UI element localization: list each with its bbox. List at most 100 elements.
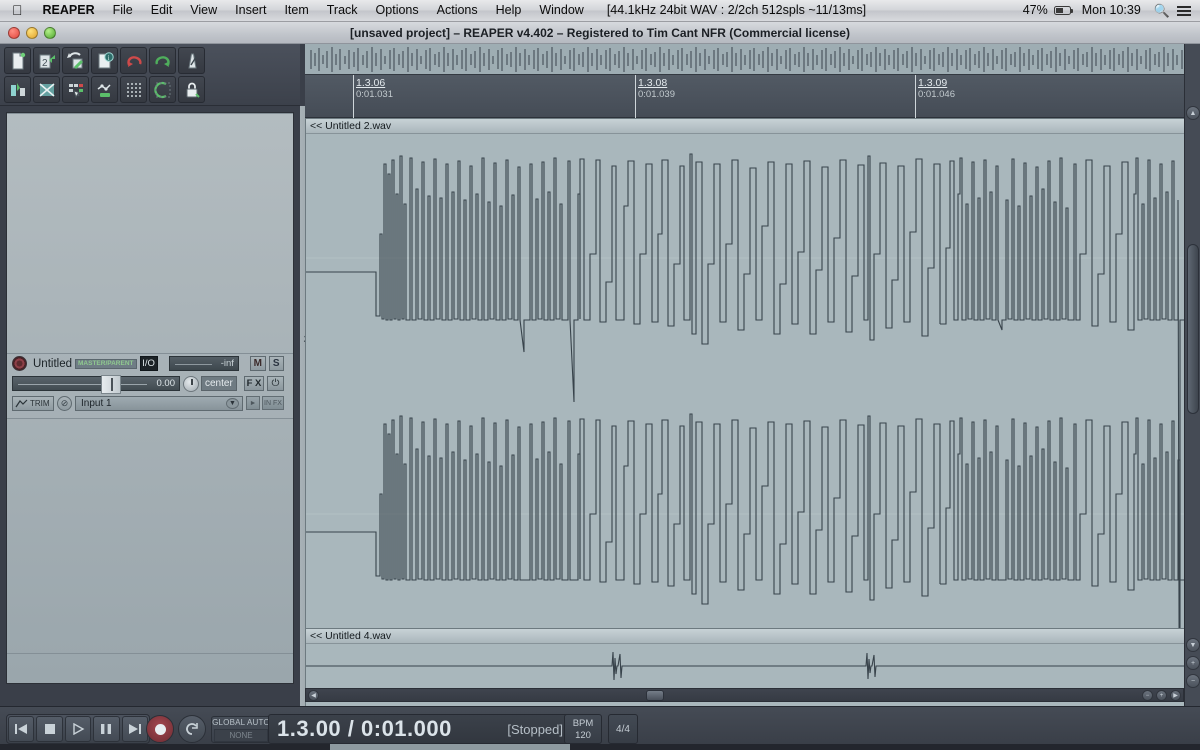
open-project-icon[interactable]: 2 — [33, 47, 60, 74]
horizontal-scroll-thumb[interactable] — [646, 690, 664, 701]
media-item-label: << Untitled 2.wav — [306, 119, 1184, 134]
menu-app-name[interactable]: REAPER — [34, 0, 104, 21]
track-strip-untitled[interactable]: Untitled MASTER/PARENT I/O -inf M S 0.00 — [12, 355, 285, 413]
master-send-label[interactable]: MASTER/PARENT — [75, 358, 137, 369]
scroll-left-icon[interactable]: ◀ — [308, 690, 319, 701]
global-automation-control[interactable]: GLOBAL AUTO NONE — [211, 716, 271, 743]
repeat-button[interactable] — [178, 715, 206, 743]
play-monitor-icon[interactable]: ► — [246, 396, 260, 410]
record-mode-controls[interactable]: ► IN FX — [246, 396, 284, 410]
apple-icon[interactable]:  — [0, 1, 34, 20]
menu-insert[interactable]: Insert — [226, 0, 275, 21]
list-icon[interactable] — [1177, 4, 1191, 18]
media-item-waveform[interactable] — [306, 134, 1184, 645]
track-row-top: Untitled MASTER/PARENT I/O -inf M S — [12, 355, 285, 372]
loop-region-icon[interactable] — [149, 76, 176, 103]
new-project-icon[interactable] — [4, 47, 31, 74]
zoom-in-horizontal-icon[interactable]: + — [1156, 690, 1167, 701]
go-to-end-button[interactable] — [121, 716, 149, 742]
volume-fader[interactable]: 0.00 — [12, 375, 180, 394]
waveform-channel-pair — [306, 134, 1184, 645]
menu-track[interactable]: Track — [318, 0, 367, 21]
track-io-button[interactable]: I/O — [139, 356, 158, 371]
ruler-overview-waveform[interactable] — [305, 44, 1185, 75]
background-window-peek — [330, 744, 570, 750]
playback-position: 1.3.00 / 0:01.000 — [277, 716, 452, 741]
trim-button[interactable]: TRIM — [12, 395, 54, 411]
toggle-mixer-icon[interactable] — [4, 76, 31, 103]
window-bottom-edge — [0, 744, 1200, 750]
vertical-scroll-thumb[interactable] — [1187, 244, 1199, 414]
global-auto-mode[interactable]: NONE — [214, 729, 268, 742]
arrange-view[interactable]: 1.3.06 0:01.031 1.3.08 0:01.039 1.3.09 0… — [305, 44, 1200, 720]
time-display[interactable]: 1.3.00 / 0:01.000 [Stopped] — [268, 714, 572, 744]
scroll-down-icon[interactable]: ▼ — [1186, 638, 1200, 652]
record-button[interactable] — [146, 715, 174, 743]
crossfade-icon[interactable] — [33, 76, 60, 103]
zoom-icon[interactable] — [44, 27, 56, 39]
window-title: [unsaved project] – REAPER v4.402 – Regi… — [350, 25, 850, 40]
metronome-icon[interactable] — [178, 47, 205, 74]
ruler-beat-label: 1.3.06 — [356, 77, 386, 89]
grid-icon[interactable] — [120, 76, 147, 103]
track-lanes[interactable]: << Untitled 2.wav << Untitled 4.wav — [305, 118, 1185, 720]
timeline-ruler[interactable]: 1.3.06 0:01.031 1.3.08 0:01.039 1.3.09 0… — [305, 75, 1185, 118]
undo-icon[interactable] — [120, 47, 147, 74]
scroll-right-icon[interactable]: ▶ — [1170, 690, 1181, 701]
track-control-panel[interactable]: Untitled MASTER/PARENT I/O -inf M S 0.00 — [6, 112, 294, 684]
redo-icon[interactable] — [149, 47, 176, 74]
mute-button[interactable]: M — [249, 356, 266, 371]
item-properties-icon[interactable] — [62, 76, 89, 103]
envelope-icon[interactable] — [91, 76, 118, 103]
media-item-untitled-2[interactable]: << Untitled 2.wav — [305, 118, 1185, 646]
battery-icon[interactable] — [1053, 6, 1074, 15]
lock-icon[interactable] — [178, 76, 205, 103]
power-icon[interactable]: ⏻ — [267, 376, 284, 391]
menu-help[interactable]: Help — [487, 0, 531, 21]
reaper-window:  REAPER File Edit View Insert Item Trac… — [0, 0, 1200, 750]
battery-percent: 47% — [1022, 3, 1048, 17]
bpm-value[interactable]: 120 — [565, 730, 601, 742]
main-toolbar: 2 i — [0, 44, 300, 106]
menu-view[interactable]: View — [181, 0, 226, 21]
menu-window[interactable]: Window — [530, 0, 592, 21]
minimize-icon[interactable] — [26, 27, 38, 39]
pan-control[interactable]: center — [183, 375, 241, 392]
zoom-out-vertical-icon[interactable]: − — [1186, 674, 1200, 688]
search-icon[interactable]: 🔍 — [1154, 3, 1170, 19]
solo-button[interactable]: S — [268, 356, 285, 371]
scroll-up-icon[interactable]: ▲ — [1186, 106, 1200, 120]
track-name[interactable]: Untitled — [30, 358, 72, 370]
pause-button[interactable] — [93, 716, 120, 742]
trim-label: TRIM — [30, 398, 50, 408]
menu-file[interactable]: File — [104, 0, 142, 21]
menu-edit[interactable]: Edit — [142, 0, 182, 21]
save-project-icon[interactable] — [62, 47, 89, 74]
record-icon — [154, 723, 166, 735]
pan-knob-icon[interactable] — [183, 375, 199, 392]
horizontal-scrollbar[interactable]: ◀ − + ▶ — [305, 688, 1184, 702]
play-button[interactable] — [64, 716, 92, 742]
vertical-scrollbar[interactable]: ▲ ▼ + − — [1184, 44, 1200, 706]
monitor-icon[interactable]: ⊘ — [57, 395, 72, 411]
chevron-down-icon[interactable]: ▼ — [226, 397, 239, 409]
record-arm-icon[interactable] — [12, 356, 27, 371]
menu-actions[interactable]: Actions — [428, 0, 487, 21]
project-settings-icon[interactable]: i — [91, 47, 118, 74]
go-to-start-button[interactable] — [8, 716, 35, 742]
zoom-in-vertical-icon[interactable]: + — [1186, 656, 1200, 670]
fx-button[interactable]: F X — [244, 376, 264, 391]
close-icon[interactable] — [8, 27, 20, 39]
rec-input-label[interactable]: IN FX — [262, 396, 284, 410]
menubar-clock[interactable]: Mon 10:39 — [1078, 0, 1145, 21]
menu-item[interactable]: Item — [275, 0, 317, 21]
volume-fader-handle[interactable] — [101, 375, 121, 394]
time-signature-control[interactable]: 4/4 — [608, 714, 638, 744]
zoom-out-horizontal-icon[interactable]: − — [1142, 690, 1153, 701]
ruler-time-label: 0:01.031 — [356, 89, 393, 100]
menu-options[interactable]: Options — [367, 0, 428, 21]
track-meter-readout: -inf — [168, 356, 239, 371]
bpm-control[interactable]: BPM 120 — [564, 714, 602, 744]
input-selector[interactable]: Input 1 ▼ — [75, 395, 243, 411]
stop-button[interactable] — [36, 716, 63, 742]
